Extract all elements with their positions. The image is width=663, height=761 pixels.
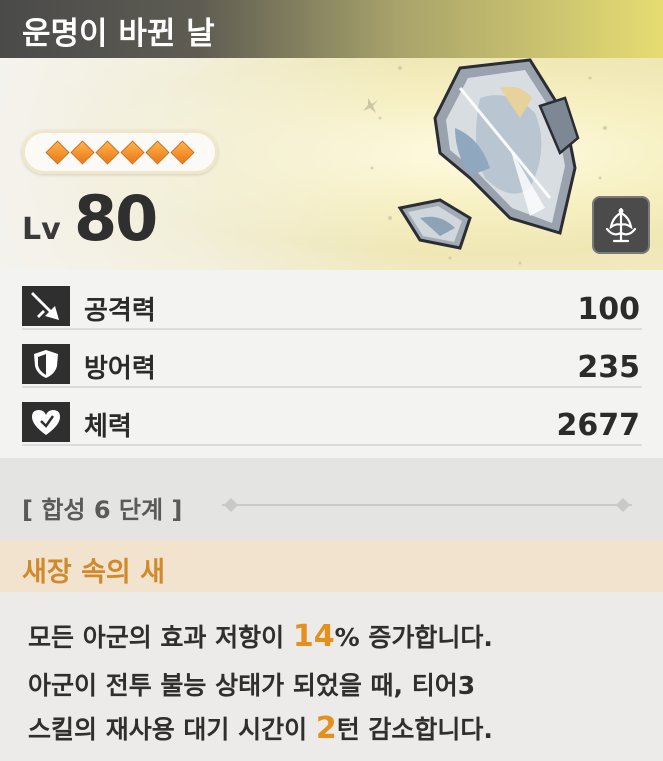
skill-desc-line-2: 아군이 전투 불능 상태가 되었을 때, 티어3: [28, 671, 476, 700]
skill-desc-line-3: 스킬의 재사용 대기 시간이 2턴 감소합니다.: [28, 711, 493, 746]
angel-wing-class-icon[interactable]: [592, 196, 650, 254]
skill-header: 새장 속의 새: [0, 540, 663, 592]
title-bar: 운명이 바뀐 날: [0, 0, 663, 58]
highlight-value: 2: [315, 711, 337, 746]
star-icon: [120, 139, 145, 165]
shield-icon: [22, 344, 70, 384]
skill-name: 새장 속의 새: [22, 557, 165, 588]
stat-row-health: 체력 2677: [22, 396, 642, 446]
item-artwork: [363, 58, 607, 265]
level-label: Lv: [22, 212, 61, 247]
stats-panel: 공격력 100 방어력 235 체력 2677: [0, 270, 663, 458]
stat-value: 100: [577, 292, 640, 327]
star-icon: [145, 139, 170, 165]
divider-ornament-icon: [615, 497, 631, 513]
stat-row-defense: 방어력 235: [22, 338, 642, 388]
synthesis-level: [ 합성 6 단계 ]: [22, 496, 183, 524]
stat-label: 방어력: [84, 354, 156, 384]
star-icon: [70, 139, 95, 165]
star-icon: [95, 139, 120, 165]
hero-panel: Lv 80: [0, 58, 663, 270]
synthesis-section: [ 합성 6 단계 ]: [0, 458, 663, 540]
star-rating: [22, 130, 218, 174]
level-value: 80: [74, 182, 158, 255]
divider: [222, 504, 632, 506]
heart-icon: [22, 402, 70, 442]
stat-label: 체력: [84, 412, 132, 442]
highlight-value: 14: [292, 619, 335, 654]
sword-icon: [22, 286, 70, 326]
stat-label: 공격력: [84, 296, 156, 326]
stat-row-attack: 공격력 100: [22, 280, 642, 330]
skill-desc-line-1: 모든 아군의 효과 저항이 14% 증가합니다.: [28, 619, 493, 654]
stat-value: 235: [577, 350, 640, 385]
stat-value: 2677: [556, 408, 641, 443]
star-icon: [45, 139, 70, 165]
item-title: 운명이 바뀐 날: [22, 16, 215, 52]
star-icon: [170, 139, 195, 165]
divider-ornament-icon: [223, 497, 239, 513]
skill-description: 모든 아군의 효과 저항이 14% 증가합니다. 아군이 전투 불능 상태가 되…: [0, 592, 663, 761]
